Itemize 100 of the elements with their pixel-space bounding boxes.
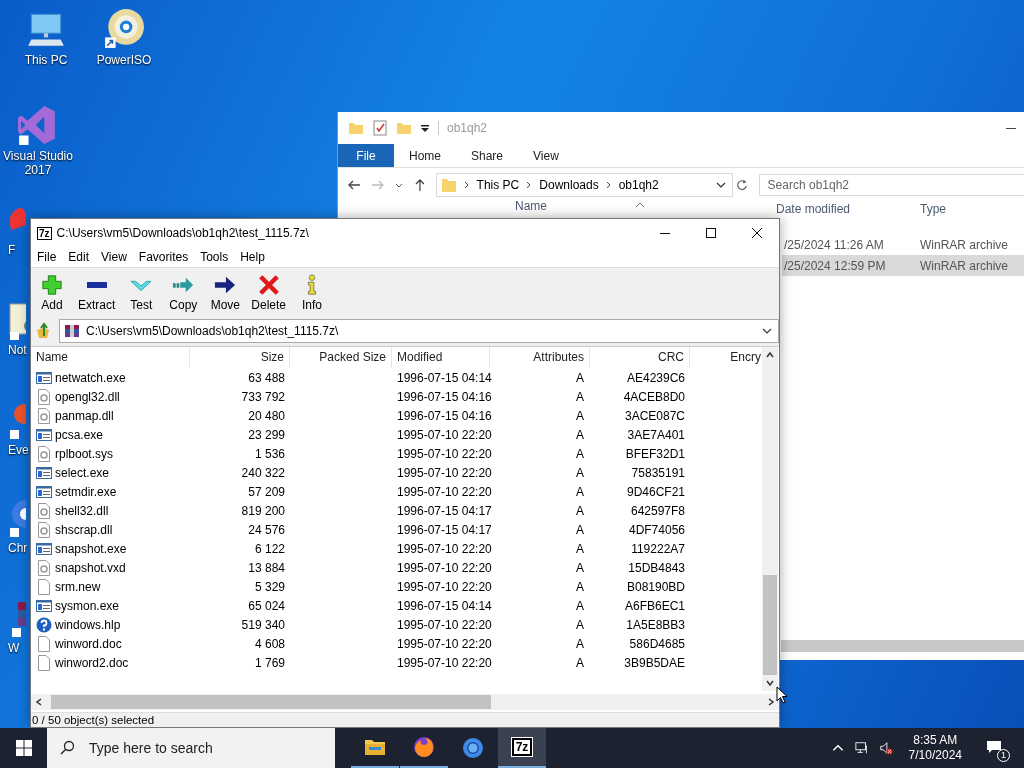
toolbar-button[interactable]: Test (123, 274, 160, 312)
notifications-icon[interactable] (986, 739, 1002, 755)
desktop-icon-label[interactable]: Chr (8, 541, 28, 555)
close-icon[interactable] (751, 227, 763, 239)
chevron-down-icon[interactable] (762, 326, 772, 336)
column-header[interactable]: Modified (392, 347, 490, 368)
taskbar-search-field[interactable]: Type here to search (47, 728, 335, 768)
toolbar-button[interactable]: Info (294, 274, 331, 312)
scroll-up-icon[interactable] (765, 350, 775, 360)
menu-item[interactable]: Help (234, 250, 271, 264)
search-field[interactable]: Search ob1qh2 (758, 174, 1024, 196)
column-header[interactable]: Name (515, 199, 547, 213)
column-header[interactable]: Name (31, 347, 190, 368)
table-cell-text: 1996-07-15 04:16 (396, 389, 490, 404)
file-name[interactable]: shell32.dll (55, 503, 109, 518)
toolbar-button[interactable]: Copy (165, 274, 202, 312)
table-cell-text: 4ACEB8D0 (622, 389, 686, 404)
ribbon-tab[interactable]: Home (394, 144, 456, 167)
taskbar-app-button[interactable]: 7z (498, 728, 546, 768)
file-name[interactable]: panmap.dll (55, 408, 114, 423)
file-row[interactable]: /25/2024 11:26 AM WinRAR archive (782, 234, 1024, 255)
ribbon-tab[interactable]: View (518, 144, 574, 167)
file-name[interactable]: pcsa.exe (55, 427, 104, 442)
desktop-icon-label[interactable]: W (8, 641, 20, 655)
file-name[interactable]: netwatch.exe (55, 370, 126, 385)
properties-icon[interactable] (372, 120, 388, 136)
column-header[interactable]: Type (920, 202, 946, 216)
desktop-icon-label[interactable]: Visual Studio 2017 (0, 149, 76, 177)
column-header[interactable]: Attributes (490, 347, 590, 368)
toolbar-button[interactable]: Delete (249, 274, 289, 312)
scrollbar-thumb[interactable] (51, 695, 491, 709)
desktop-icon-label[interactable]: This PC (24, 53, 68, 67)
file-name[interactable]: snapshot.vxd (55, 560, 126, 575)
table-cell-text: 1995-07-10 22:20 (396, 427, 490, 442)
scrollbar-thumb[interactable] (763, 575, 777, 675)
column-header[interactable]: Size (190, 347, 290, 368)
table-cell-text: 1 536 (253, 446, 286, 461)
desktop-icon-label[interactable]: Eve (8, 443, 29, 457)
file-name[interactable]: winword.doc (55, 636, 122, 651)
chevron-down-icon[interactable] (715, 180, 726, 190)
file-name[interactable]: shscrap.dll (55, 522, 113, 537)
scroll-right-icon[interactable] (766, 697, 776, 707)
scrollbar-thumb[interactable] (781, 640, 1024, 652)
toolbar-button[interactable]: Move (207, 274, 244, 312)
dropdown-icon[interactable] (420, 123, 430, 133)
file-name[interactable]: setmdir.exe (55, 484, 117, 499)
file-name[interactable]: select.exe (55, 465, 110, 480)
column-header[interactable]: Packed Size (290, 347, 392, 368)
menu-item[interactable]: Edit (62, 250, 96, 264)
desktop-icon-label[interactable]: PowerISO (96, 53, 152, 67)
search-icon (59, 740, 75, 756)
column-header[interactable]: Encry (690, 347, 763, 368)
breadcrumb-item[interactable]: This PC (476, 178, 520, 192)
column-header[interactable]: CRC (590, 347, 690, 368)
file-name[interactable]: sysmon.exe (55, 598, 120, 613)
desktop-icon-label[interactable]: Not (8, 343, 27, 357)
app-window-icon (36, 597, 52, 614)
gear-file-icon (36, 502, 52, 519)
network-icon[interactable] (854, 741, 869, 755)
table-cell-text: A (575, 427, 585, 442)
table-cell-text: B08190BD (625, 579, 686, 594)
file-name[interactable]: windows.hlp (55, 617, 121, 632)
clock-date[interactable]: 7/10/2024 (908, 748, 962, 763)
volume-muted-icon[interactable] (878, 741, 893, 755)
table-cell-text: 1996-07-15 04:17 (396, 522, 490, 537)
table-cell-text: 4DF74056 (627, 522, 686, 537)
arrow-right-icon (214, 274, 237, 296)
horizontal-scrollbar[interactable] (31, 694, 779, 710)
file-name[interactable]: opengl32.dll (55, 389, 120, 404)
clock-time[interactable]: 8:35 AM (913, 733, 958, 748)
path-field[interactable]: C:\Users\vm5\Downloads\ob1qh2\test_1115.7z\ (59, 319, 779, 343)
desktop-icon-label[interactable]: F (8, 243, 16, 257)
address-bar[interactable]: This PC Downloads ob1qh2 (435, 173, 733, 197)
menu-item[interactable]: Favorites (132, 250, 195, 264)
sort-caret-icon (635, 202, 645, 208)
gear-file-icon (36, 388, 52, 405)
scroll-left-icon[interactable] (34, 697, 44, 707)
menu-item[interactable]: File (31, 250, 63, 264)
file-name[interactable]: rplboot.sys (55, 446, 114, 461)
table-cell-text: 1995-07-10 22:20 (396, 579, 490, 594)
maximize-icon[interactable] (705, 227, 717, 239)
breadcrumb-item[interactable]: ob1qh2 (618, 178, 659, 192)
breadcrumb-item[interactable]: Downloads (539, 178, 599, 192)
file-name[interactable]: winword2.doc (55, 655, 129, 670)
file-name[interactable]: snapshot.exe (55, 541, 127, 556)
toolbar-button[interactable]: Add (34, 274, 70, 312)
column-header[interactable]: Date modified (776, 202, 851, 216)
ribbon-tab[interactable]: Share (456, 144, 519, 167)
scroll-down-icon[interactable] (765, 678, 775, 688)
refresh-icon[interactable] (734, 178, 749, 192)
menu-item[interactable]: View (95, 250, 133, 264)
windows-logo-icon[interactable] (16, 740, 32, 756)
file-name[interactable]: srm.new (55, 579, 101, 594)
file-row[interactable]: /25/2024 12:59 PM WinRAR archive (782, 255, 1024, 276)
file-menu-button[interactable]: File (338, 144, 394, 167)
toolbar-button[interactable]: Extract (76, 274, 118, 312)
table-cell-text: 1996-07-15 04:14 (396, 598, 490, 613)
vertical-scrollbar[interactable] (762, 347, 778, 691)
disc-icon[interactable] (103, 8, 145, 50)
menu-item[interactable]: Tools (194, 250, 235, 264)
